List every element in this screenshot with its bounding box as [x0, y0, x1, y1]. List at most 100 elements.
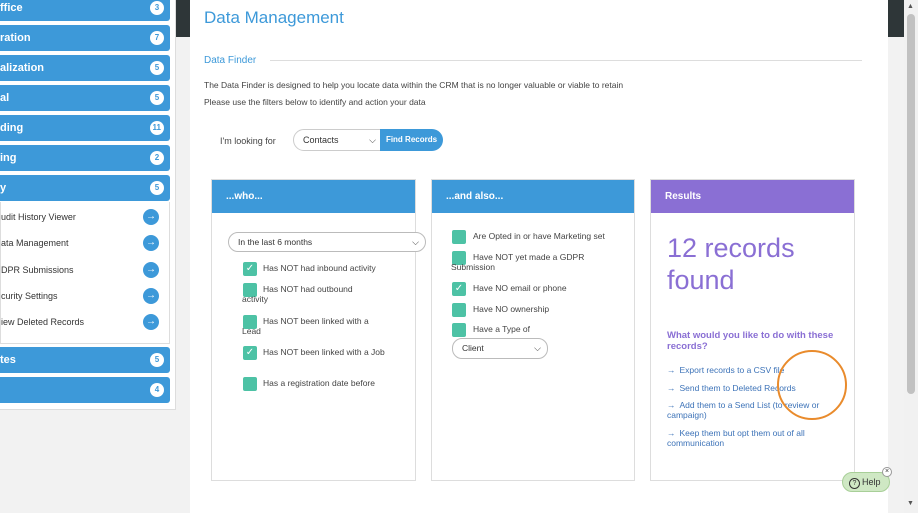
record-type-value: Contacts [303, 135, 339, 145]
sidebar-item-label: udit History Viewer [1, 212, 76, 222]
page-scrollbar[interactable]: ▲ ▼ [904, 0, 918, 513]
count-badge: 7 [150, 31, 164, 45]
sidebar-menu-privacy[interactable]: y 5 [0, 175, 170, 201]
opt-out-link[interactable]: → Keep them but opt them out of all commu… [667, 428, 853, 448]
sidebar-menu-label: al [0, 92, 10, 104]
count-badge: 4 [150, 383, 164, 397]
records-found-count: 12 records found [667, 232, 795, 296]
checkbox[interactable] [452, 303, 466, 317]
sidebar-menu-billing[interactable]: ing 2 [0, 145, 170, 171]
checkbox[interactable] [452, 230, 466, 244]
sidebar-menu-branding[interactable]: ding 11 [0, 115, 170, 141]
condition-label: Have NO ownership [473, 304, 550, 314]
arrow-right-icon[interactable]: → [143, 314, 159, 330]
sidebar-item-security-settings[interactable]: curity Settings → [1, 286, 169, 306]
sidebar-menu-label: alization [0, 62, 45, 74]
action-label: Keep them but opt them out of all commun… [667, 428, 805, 448]
checkbox-checked[interactable]: ✓ [243, 346, 257, 360]
help-label: Help [862, 477, 881, 487]
arrow-right-icon: → [667, 428, 676, 438]
results-panel-title: Results [651, 180, 854, 213]
scroll-thumb[interactable] [907, 14, 915, 394]
record-type-select[interactable]: Contacts ⌵ [293, 129, 381, 151]
count-badge: 11 [149, 121, 164, 135]
results-question: What would you like to do with these rec… [667, 330, 834, 352]
section-title: Data Finder [204, 55, 257, 66]
sidebar-menu-label: tes [0, 354, 16, 366]
intro-text: Please use the filters below to identify… [204, 97, 426, 107]
results-panel: Results 12 records found What would you … [650, 179, 855, 481]
count-badge: 2 [150, 151, 164, 165]
sidebar-menu-back-office[interactable]: ffice 3 [0, 0, 170, 21]
chevron-down-icon: ⌵ [369, 135, 376, 145]
also-panel-title: ...and also... [432, 180, 634, 213]
chevron-down-icon: ⌵ [534, 343, 541, 353]
count-badge: 5 [150, 353, 164, 367]
checkbox-checked[interactable]: ✓ [243, 262, 257, 276]
arrow-right-icon[interactable]: → [143, 209, 159, 225]
sidebar-menu-general[interactable]: al 5 [0, 85, 170, 111]
checkbox[interactable] [452, 323, 466, 337]
condition-label: Has NOT had inbound activity [263, 263, 376, 273]
condition-label: Are Opted in or have Marketing set [473, 231, 605, 241]
sidebar-menu-configuration[interactable]: ration 7 [0, 25, 170, 51]
checkbox-checked[interactable]: ✓ [452, 282, 466, 296]
section-divider [270, 60, 862, 61]
arrow-right-icon[interactable]: → [143, 262, 159, 278]
contact-type-value: Client [462, 343, 484, 353]
who-panel-title: ...who... [212, 180, 415, 213]
looking-for-label: I'm looking for [220, 136, 276, 146]
sidebar-menu-localization[interactable]: alization 5 [0, 55, 170, 81]
arrow-right-icon: → [667, 365, 676, 375]
page-title: Data Management [204, 8, 344, 27]
arrow-right-icon[interactable]: → [143, 235, 159, 251]
count-badge: 5 [150, 181, 164, 195]
sidebar-item-label: curity Settings [1, 291, 58, 301]
sidebar-item-label: ata Management [1, 238, 69, 248]
question-icon: ? [849, 478, 860, 489]
sidebar-menu-label: y [0, 182, 7, 194]
main-content: Data Management Data Finder The Data Fin… [190, 0, 888, 513]
arrow-right-icon: → [667, 400, 676, 410]
count-badge: 3 [150, 1, 164, 15]
sidebar-item-audit-history-viewer[interactable]: udit History Viewer → [1, 207, 169, 227]
time-range-value: In the last 6 months [238, 237, 313, 247]
sidebar-menu-label: ffice [0, 2, 23, 14]
records-count-line: 12 records [667, 233, 795, 263]
click-highlight-circle [777, 350, 847, 420]
who-panel: ...who... In the last 6 months ⌵ ✓ Has N… [211, 179, 426, 481]
intro-text: The Data Finder is designed to help you … [204, 80, 624, 90]
scroll-down-icon[interactable]: ▼ [907, 500, 914, 507]
sidebar-menu-label: ding [0, 122, 24, 134]
records-count-line: found [667, 265, 735, 295]
condition-label: Has NOT been linked with a Lead [242, 316, 369, 336]
condition-label: Has NOT had outbound activity [242, 284, 353, 304]
arrow-right-icon[interactable]: → [143, 288, 159, 304]
contact-type-select[interactable]: Client ⌵ [452, 338, 548, 359]
action-label: Export records to a CSV file [679, 365, 785, 375]
also-panel: ...and also... Are Opted in or have Mark… [431, 179, 635, 481]
sidebar-item-data-management[interactable]: ata Management → [1, 233, 169, 253]
condition-label: Have NOT yet made a GDPR Submission [451, 252, 585, 272]
chevron-down-icon: ⌵ [412, 237, 419, 247]
arrow-right-icon: → [667, 383, 676, 393]
find-records-button[interactable]: Find Records [380, 129, 443, 151]
sidebar-menu-templates[interactable]: tes 5 [0, 347, 170, 373]
close-icon[interactable]: × [882, 467, 892, 477]
time-range-select[interactable]: In the last 6 months ⌵ [228, 232, 426, 252]
sidebar-item-view-deleted-records[interactable]: iew Deleted Records → [1, 312, 169, 332]
sidebar-item-label: iew Deleted Records [1, 317, 85, 327]
condition-label: Has NOT been linked with a Job [263, 347, 385, 357]
condition-label: Have a Type of [473, 324, 531, 334]
checkbox[interactable] [243, 377, 257, 391]
count-badge: 5 [150, 61, 164, 75]
scroll-up-icon[interactable]: ▲ [907, 3, 914, 10]
sidebar-item-gdpr-submissions[interactable]: DPR Submissions → [1, 260, 169, 280]
condition-label: Has a registration date before [263, 378, 375, 388]
privacy-submenu: udit History Viewer → ata Management → D… [0, 202, 170, 344]
sidebar-item-label: DPR Submissions [1, 265, 74, 275]
condition-label: Have NO email or phone [473, 283, 567, 293]
sidebar-menu-label: ration [0, 32, 31, 44]
sidebar: ffice 3 ration 7 alization 5 al 5 ding 1… [0, 0, 176, 410]
sidebar-menu-more[interactable]: 4 [0, 377, 170, 403]
